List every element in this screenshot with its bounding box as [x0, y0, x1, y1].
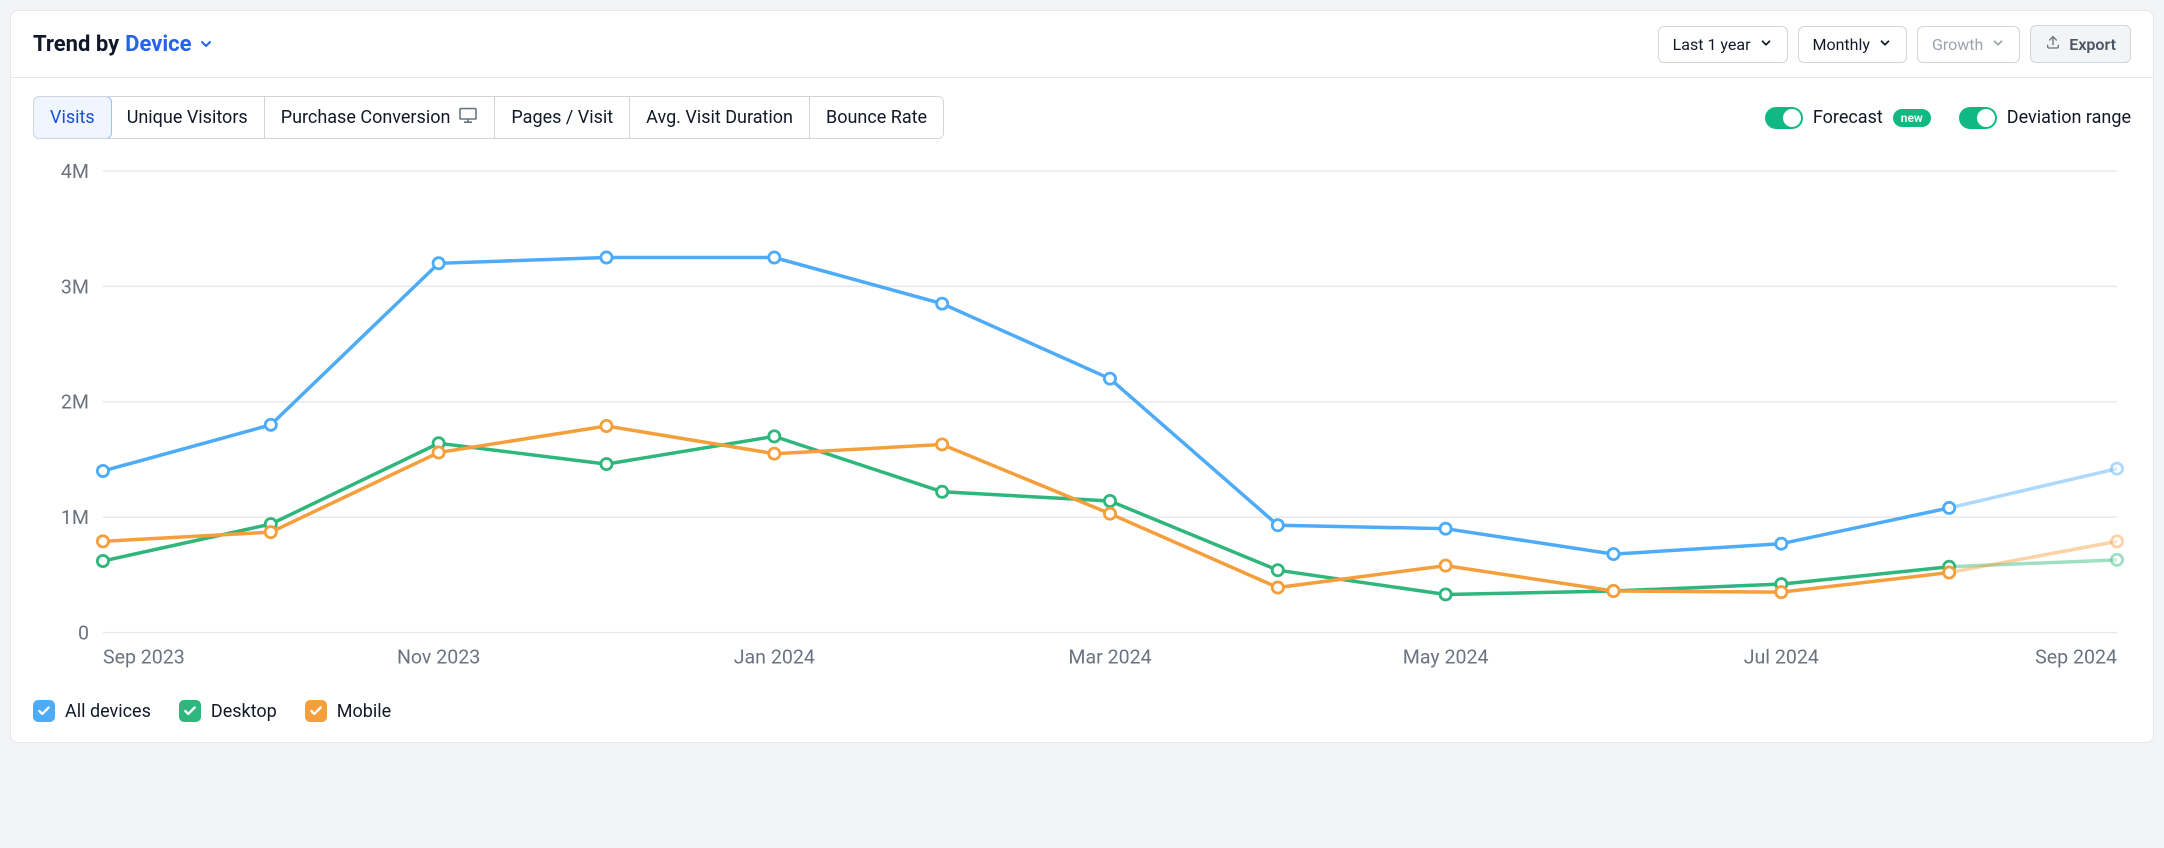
- upload-icon: [2045, 34, 2061, 54]
- tab-label: Bounce Rate: [826, 107, 927, 128]
- switch-on-icon: [1765, 107, 1803, 129]
- chevron-down-icon: [1759, 35, 1773, 54]
- tab-label: Purchase Conversion: [281, 107, 451, 128]
- svg-text:0: 0: [78, 622, 89, 645]
- legend-label: All devices: [65, 701, 151, 722]
- tab-label: Pages / Visit: [511, 107, 613, 128]
- tab-pages-per-visit[interactable]: Pages / Visit: [495, 97, 630, 138]
- svg-text:2M: 2M: [61, 391, 89, 414]
- trend-card: Trend by Device Last 1 year Monthly Grow…: [10, 10, 2154, 743]
- tab-purchase-conversion[interactable]: Purchase Conversion: [265, 97, 496, 138]
- export-label: Export: [2069, 35, 2116, 54]
- deviation-toggle[interactable]: Deviation range: [1959, 107, 2131, 129]
- checkbox-checked-icon: [179, 700, 201, 722]
- toggle-label: Forecast: [1813, 107, 1883, 128]
- legend: All devices Desktop Mobile: [33, 700, 2131, 722]
- desktop-icon: [458, 107, 478, 128]
- chart: 0 1M 2M 3M 4M Sep 2023 Nov 2023 Jan 2024 Mar 202…: [33, 157, 2131, 688]
- range-select[interactable]: Last 1 year: [1658, 26, 1788, 63]
- svg-text:3M: 3M: [61, 275, 89, 298]
- switch-on-icon: [1959, 107, 1997, 129]
- export-button[interactable]: Export: [2030, 25, 2131, 63]
- tab-label: Visits: [50, 107, 95, 128]
- tab-bounce-rate[interactable]: Bounce Rate: [810, 97, 943, 138]
- legend-item-mobile[interactable]: Mobile: [305, 700, 391, 722]
- card-title[interactable]: Trend by Device: [33, 32, 214, 57]
- metric-tabs: Visits Unique Visitors Purchase Conversi…: [33, 96, 944, 139]
- checkbox-checked-icon: [33, 700, 55, 722]
- chevron-down-icon: [198, 36, 214, 52]
- svg-text:1M: 1M: [61, 506, 89, 529]
- title-prefix: Trend by: [33, 32, 119, 57]
- tab-label: Avg. Visit Duration: [646, 107, 793, 128]
- legend-item-desktop[interactable]: Desktop: [179, 700, 277, 722]
- growth-value: Growth: [1932, 35, 1983, 54]
- toggles: Forecast new Deviation range: [1765, 107, 2131, 129]
- growth-select[interactable]: Growth: [1917, 26, 2020, 63]
- tab-unique-visitors[interactable]: Unique Visitors: [111, 97, 265, 138]
- tab-label: Unique Visitors: [127, 107, 248, 128]
- svg-text:May 2024: May 2024: [1403, 645, 1489, 668]
- title-dimension: Device: [125, 32, 191, 57]
- tab-visits[interactable]: Visits: [33, 96, 112, 139]
- new-badge: new: [1893, 109, 1931, 127]
- svg-text:Jan 2024: Jan 2024: [734, 645, 815, 668]
- line-chart-svg: 0 1M 2M 3M 4M Sep 2023 Nov 2023 Jan 2024 Mar 202…: [33, 157, 2131, 688]
- legend-item-all-devices[interactable]: All devices: [33, 700, 151, 722]
- svg-text:Sep 2024: Sep 2024: [2035, 645, 2117, 668]
- chevron-down-icon: [1878, 35, 1892, 54]
- tab-avg-visit-duration[interactable]: Avg. Visit Duration: [630, 97, 810, 138]
- range-value: Last 1 year: [1673, 35, 1751, 54]
- svg-text:4M: 4M: [61, 160, 89, 183]
- header-controls: Last 1 year Monthly Growth Export: [1658, 25, 2131, 63]
- card-body: Visits Unique Visitors Purchase Conversi…: [11, 78, 2153, 742]
- checkbox-checked-icon: [305, 700, 327, 722]
- granularity-select[interactable]: Monthly: [1798, 26, 1907, 63]
- forecast-toggle[interactable]: Forecast new: [1765, 107, 1931, 129]
- svg-text:Sep 2023: Sep 2023: [103, 645, 185, 668]
- controls-row: Visits Unique Visitors Purchase Conversi…: [33, 96, 2131, 139]
- granularity-value: Monthly: [1813, 35, 1870, 54]
- svg-text:Nov 2023: Nov 2023: [397, 645, 480, 668]
- svg-text:Mar 2024: Mar 2024: [1068, 645, 1151, 668]
- legend-label: Desktop: [211, 701, 277, 722]
- legend-label: Mobile: [337, 701, 391, 722]
- toggle-label: Deviation range: [2007, 107, 2131, 128]
- card-header: Trend by Device Last 1 year Monthly Grow…: [11, 11, 2153, 78]
- chevron-down-icon: [1991, 35, 2005, 54]
- svg-text:Jul 2024: Jul 2024: [1744, 645, 1819, 668]
